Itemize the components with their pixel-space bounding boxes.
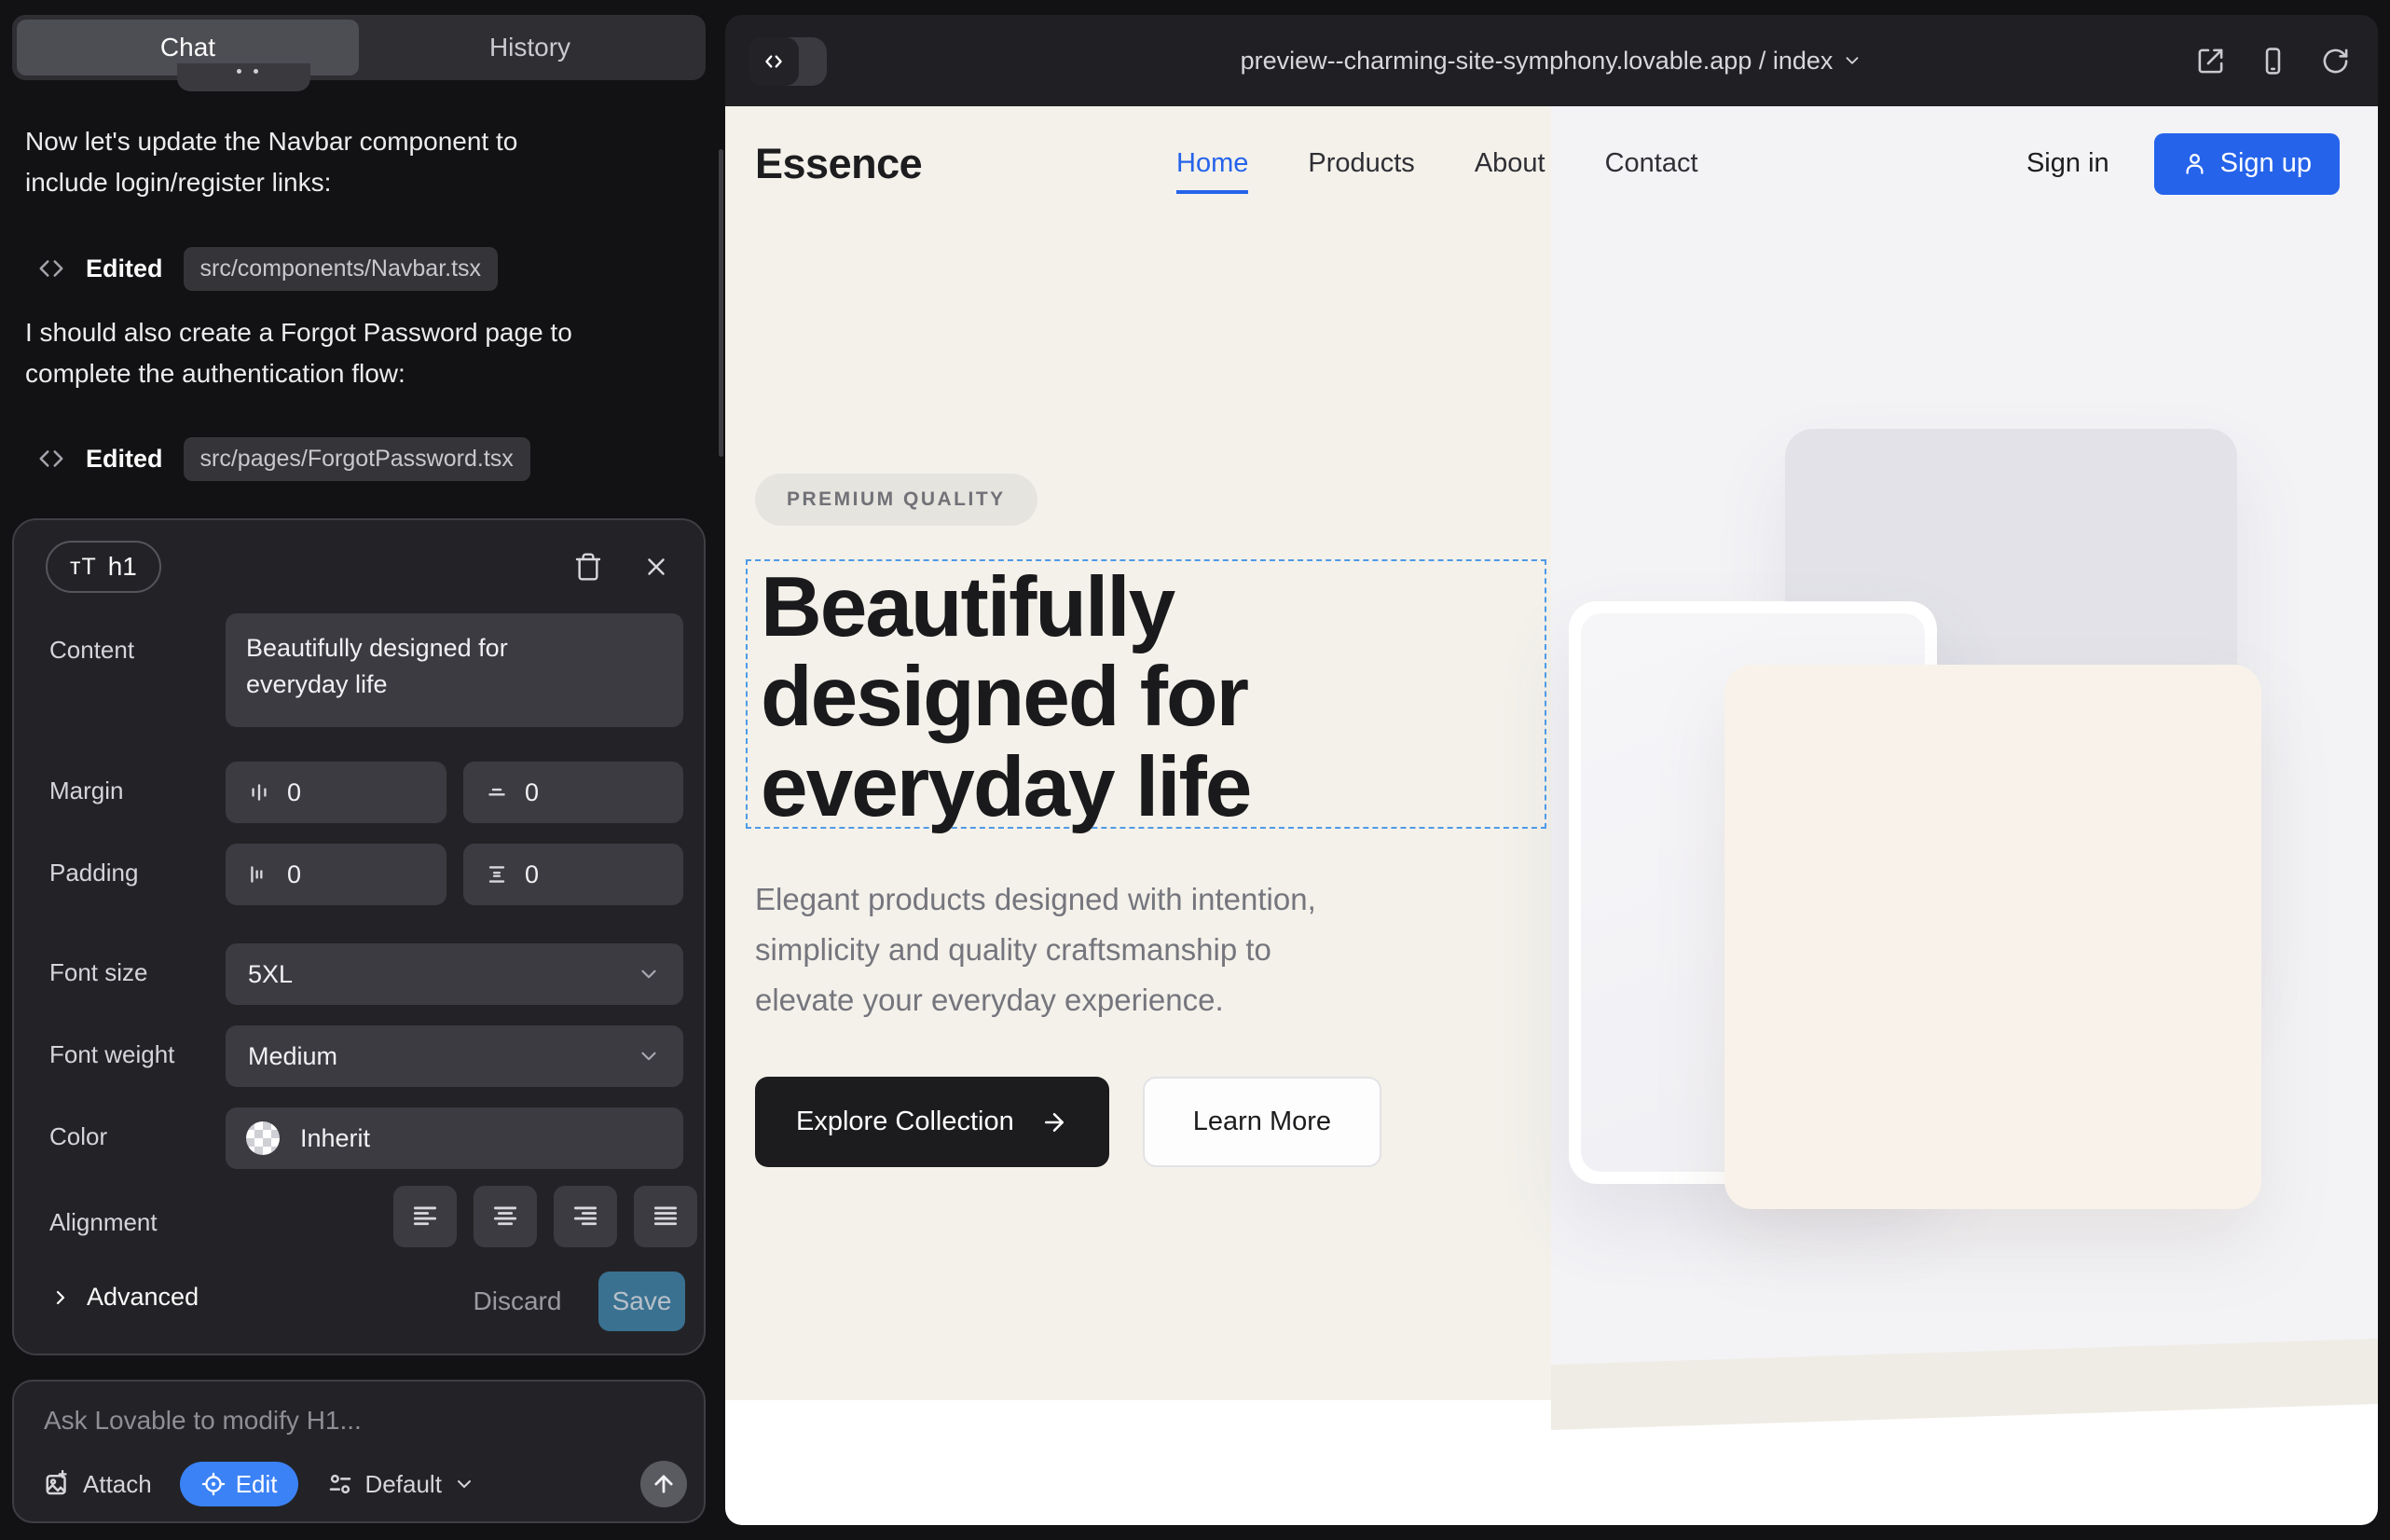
trash-icon[interactable] <box>573 552 603 582</box>
advanced-toggle[interactable]: Advanced <box>49 1283 199 1312</box>
clipped-file-chip <box>177 63 310 91</box>
font-size-select[interactable]: 5XL <box>226 943 683 1005</box>
margin-horizontal-icon <box>246 779 272 805</box>
chat-sidebar: Chat History Now let's update the Navbar… <box>0 0 725 1540</box>
nav-link-products[interactable]: Products <box>1308 148 1414 179</box>
assistant-message: I should also create a Forgot Password p… <box>25 312 700 394</box>
sliders-icon <box>326 1470 354 1498</box>
selected-element-outline[interactable]: Beautifully designed for everyday life <box>746 559 1546 829</box>
chevron-down-icon <box>453 1473 475 1495</box>
edit-mode-button[interactable]: Edit <box>180 1462 298 1506</box>
content-input[interactable]: Beautifully designed for everyday life <box>226 613 683 727</box>
close-icon[interactable] <box>642 553 670 581</box>
font-weight-select[interactable]: Medium <box>226 1025 683 1087</box>
color-label: Color <box>49 1122 107 1151</box>
preview-toolbar: preview--charming-site-symphony.lovable.… <box>725 15 2378 106</box>
composer-placeholder[interactable]: Ask Lovable to modify H1... <box>44 1406 362 1436</box>
chat-history-tabs: Chat History <box>12 15 706 80</box>
site-page: Essence Home Products About Contact Sign… <box>725 106 2378 1525</box>
padding-vertical-icon <box>484 861 510 887</box>
premium-quality-badge: PREMIUM QUALITY <box>755 474 1037 526</box>
font-size-label: Font size <box>49 958 148 987</box>
refresh-icon[interactable] <box>2321 47 2350 76</box>
site-navbar: Essence Home Products About Contact Sign… <box>725 106 2378 221</box>
padding-horizontal-icon <box>246 861 272 887</box>
margin-x-input[interactable]: 0 <box>226 762 446 823</box>
send-button[interactable] <box>640 1461 687 1507</box>
selected-tag-pill: тT h1 <box>46 541 161 593</box>
chat-composer[interactable]: Ask Lovable to modify H1... Attach Edit … <box>12 1380 706 1523</box>
align-left-button[interactable] <box>393 1186 457 1247</box>
font-weight-label: Font weight <box>49 1040 174 1069</box>
code-icon <box>37 254 65 282</box>
site-logo[interactable]: Essence <box>755 140 922 188</box>
transparency-swatch-icon <box>246 1121 280 1155</box>
file-chip[interactable]: src/components/Navbar.tsx <box>184 247 499 291</box>
editor-header: тT h1 <box>14 520 704 613</box>
chevron-down-icon <box>1842 50 1862 71</box>
preview-window: preview--charming-site-symphony.lovable.… <box>725 15 2378 1525</box>
save-button[interactable]: Save <box>598 1272 685 1331</box>
assistant-message: Now let's update the Navbar component to… <box>25 121 700 203</box>
code-icon <box>37 445 65 473</box>
chevron-right-icon <box>49 1286 72 1309</box>
nav-link-contact[interactable]: Contact <box>1605 148 1698 179</box>
padding-y-input[interactable]: 0 <box>463 844 683 905</box>
attach-button[interactable]: Attach <box>44 1470 152 1499</box>
sign-up-button[interactable]: Sign up <box>2154 133 2340 195</box>
open-external-icon[interactable] <box>2196 47 2225 76</box>
chat-scrollbar[interactable] <box>719 149 723 457</box>
arrow-up-icon <box>651 1471 677 1497</box>
arrow-right-icon <box>1040 1108 1068 1136</box>
url-breadcrumb[interactable]: preview--charming-site-symphony.lovable.… <box>725 15 2378 106</box>
padding-x-input[interactable]: 0 <box>226 844 446 905</box>
discard-button[interactable]: Discard <box>461 1286 573 1316</box>
padding-label: Padding <box>49 859 138 887</box>
edited-file-row: Edited src/pages/ForgotPassword.tsx <box>37 434 530 483</box>
hero-diagonal-decor <box>1551 1339 2378 1430</box>
color-select[interactable]: Inherit <box>226 1107 683 1169</box>
selected-tag-name: h1 <box>108 552 137 582</box>
edited-label: Edited <box>86 254 163 283</box>
margin-y-input[interactable]: 0 <box>463 762 683 823</box>
mobile-view-icon[interactable] <box>2259 47 2287 76</box>
element-editor-panel: тT h1 Content Beautifully designed for e… <box>12 518 706 1355</box>
default-mode-select[interactable]: Default <box>326 1470 475 1499</box>
margin-label: Margin <box>49 777 123 805</box>
hero-description: Elegant products designed with intention… <box>755 874 1316 1025</box>
file-chip[interactable]: src/pages/ForgotPassword.tsx <box>184 437 530 481</box>
image-plus-icon <box>44 1470 72 1498</box>
hero-heading[interactable]: Beautifully designed for everyday life <box>761 563 1250 832</box>
edited-file-row: Edited src/components/Navbar.tsx <box>37 244 498 293</box>
alignment-label: Alignment <box>49 1208 158 1237</box>
content-label: Content <box>49 636 134 665</box>
align-center-button[interactable] <box>474 1186 537 1247</box>
nav-link-home[interactable]: Home <box>1176 148 1248 179</box>
chevron-down-icon <box>637 1044 661 1068</box>
explore-collection-button[interactable]: Explore Collection <box>755 1077 1109 1167</box>
chevron-down-icon <box>637 962 661 986</box>
user-icon <box>2182 151 2207 176</box>
learn-more-button[interactable]: Learn More <box>1143 1077 1381 1167</box>
decor-card-cream <box>1724 665 2261 1209</box>
hero-section: Essence Home Products About Contact Sign… <box>725 106 2378 1400</box>
margin-vertical-icon <box>484 779 510 805</box>
typography-icon: тT <box>70 554 97 581</box>
align-justify-button[interactable] <box>634 1186 697 1247</box>
crosshair-icon <box>200 1471 227 1497</box>
sign-in-link[interactable]: Sign in <box>2026 148 2109 179</box>
edited-label: Edited <box>86 445 163 474</box>
tab-history[interactable]: History <box>359 20 701 76</box>
align-right-button[interactable] <box>554 1186 617 1247</box>
nav-link-about[interactable]: About <box>1475 148 1545 179</box>
